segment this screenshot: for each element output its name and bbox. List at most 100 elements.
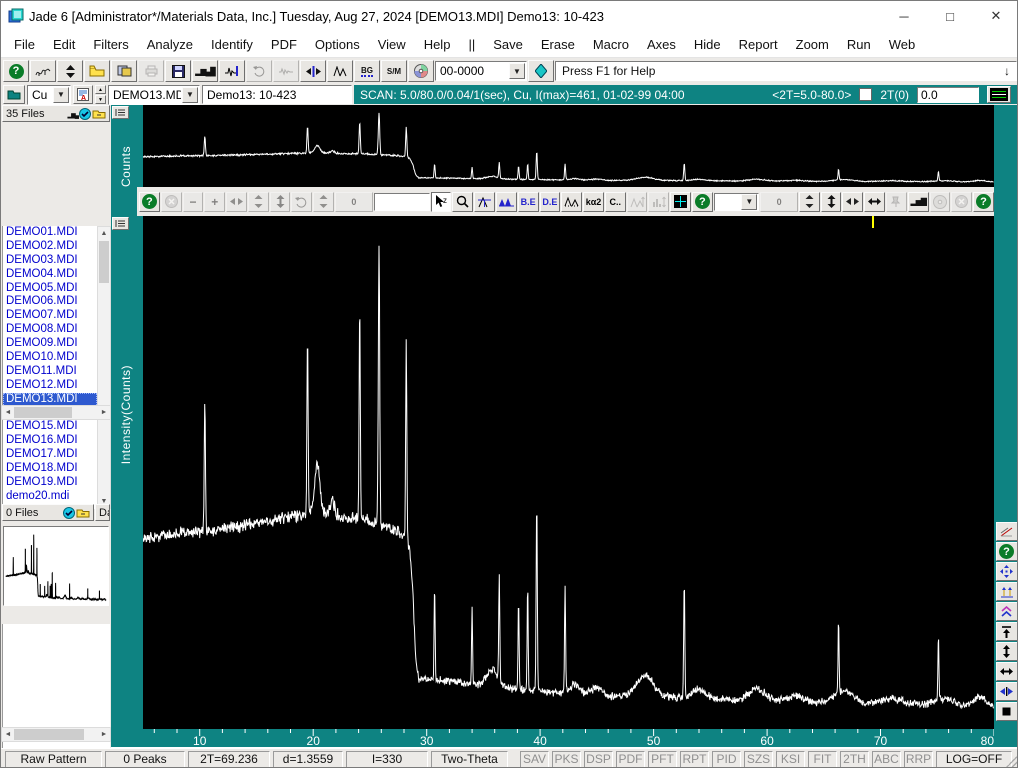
find-peaks-button[interactable] <box>327 60 353 82</box>
data-editor-button[interactable]: D.E <box>539 191 561 212</box>
chevron-down-icon[interactable]: ▼ <box>53 86 69 103</box>
open-file-button[interactable] <box>84 60 110 82</box>
scroll-up-icon[interactable]: ▲ <box>98 227 110 240</box>
mode-flag-fit[interactable]: FIT <box>808 750 837 767</box>
current-file-combo[interactable]: DEMO13.MDI ▼ <box>108 84 200 105</box>
pdf-database-button[interactable] <box>408 60 434 82</box>
file-item-demo20-mdi[interactable]: demo20.mdi <box>3 490 97 504</box>
menu-hide[interactable]: Hide <box>685 33 730 56</box>
scale-overlay-v-button[interactable] <box>820 191 842 212</box>
mode-flag-2th[interactable]: 2TH <box>840 750 869 767</box>
two-theta-zero-input[interactable] <box>917 86 979 103</box>
expand-horizontal-button[interactable] <box>995 662 1017 681</box>
folder-icon[interactable] <box>92 109 106 119</box>
offset-overlay-h-button[interactable] <box>842 191 864 212</box>
menu-web[interactable]: Web <box>880 33 925 56</box>
overview-chart[interactable] <box>143 105 994 187</box>
panel-handle-top[interactable] <box>112 106 129 119</box>
histogram-icon[interactable]: ▂▆▄ <box>68 108 80 120</box>
menu-view[interactable]: View <box>369 33 415 56</box>
scale-vertical-button[interactable] <box>269 191 291 212</box>
mode-flag-abc[interactable]: ABC <box>872 750 901 767</box>
scale-overlay-h-button[interactable] <box>864 191 885 212</box>
expand-vertical-button[interactable] <box>995 642 1017 661</box>
file-item-demo16-mdi[interactable]: DEMO16.MDI <box>3 434 97 448</box>
remove-overlay-button[interactable] <box>951 191 973 212</box>
restore-data-button[interactable] <box>246 60 272 82</box>
log-toggle[interactable]: LOG=OFF <box>936 750 1012 767</box>
file-item-demo06-mdi[interactable]: DEMO06.MDI <box>3 295 97 309</box>
peak-cursor-mode-button[interactable] <box>474 191 495 212</box>
grid-toggle-button[interactable] <box>670 191 691 212</box>
file-item-demo17-mdi[interactable]: DEMO17.MDI <box>3 448 97 462</box>
file-list-hscrollbar[interactable]: ◄ ► <box>1 405 111 420</box>
help-3-button[interactable]: ? <box>973 191 994 212</box>
menu-macro[interactable]: Macro <box>584 33 638 56</box>
scrollbar-thumb[interactable] <box>99 241 109 283</box>
file-folder-button[interactable] <box>3 85 25 104</box>
thermal-run-button[interactable] <box>30 60 56 82</box>
resize-grip[interactable] <box>1005 755 1017 767</box>
menu-filters[interactable]: Filters <box>84 33 137 56</box>
fit-background-button[interactable]: BG <box>354 60 380 82</box>
peak-editor-button[interactable] <box>561 191 583 212</box>
spinner-down-icon[interactable]: ▼ <box>95 95 106 104</box>
two-theta-zero-checkbox[interactable] <box>859 88 873 101</box>
file-item-demo08-mdi[interactable]: DEMO08.MDI <box>3 323 97 337</box>
erase-zoom-button[interactable] <box>160 191 182 212</box>
stack-overlays-button[interactable] <box>995 602 1017 621</box>
overlay-list-header[interactable]: 0 Files <box>2 504 94 521</box>
smooth-data-button[interactable] <box>219 60 245 82</box>
print-button[interactable] <box>138 60 164 82</box>
mode-flag-szs[interactable]: SZS <box>744 750 773 767</box>
sort-files-button[interactable] <box>57 60 83 82</box>
mode-flag-pks[interactable]: PKS <box>552 750 581 767</box>
scrollbar-thumb[interactable] <box>14 407 72 418</box>
profile-fit-button[interactable] <box>495 191 517 212</box>
import-data-button[interactable] <box>111 60 137 82</box>
file-item-demo11-mdi[interactable]: DEMO11.MDI <box>3 365 97 379</box>
chevron-down-icon[interactable]: ▼ <box>182 86 198 103</box>
mode-flag-pid[interactable]: PID <box>712 750 741 767</box>
check-icon[interactable] <box>79 107 91 120</box>
menu-edit[interactable]: Edit <box>44 33 84 56</box>
menu-options[interactable]: Options <box>306 33 369 56</box>
help-button[interactable]: ? <box>995 542 1017 561</box>
chevron-down-icon[interactable]: ▼ <box>509 63 525 79</box>
file-item-demo04-mdi[interactable]: DEMO04.MDI <box>3 268 97 282</box>
stretch-horizontal-button[interactable] <box>226 191 247 212</box>
spinner-up-icon[interactable]: ▲ <box>95 85 106 94</box>
file-item-demo10-mdi[interactable]: DEMO10.MDI <box>3 351 97 365</box>
overlay-tab[interactable]: Da <box>95 504 110 521</box>
menu-run[interactable]: Run <box>838 33 880 56</box>
panel-handle-main[interactable] <box>112 217 129 230</box>
offset-overlay-v-button[interactable] <box>798 191 820 212</box>
overlay-pdf-button[interactable] <box>929 191 951 212</box>
file-item-demo09-mdi[interactable]: DEMO09.MDI <box>3 337 97 351</box>
stick-scale-button[interactable] <box>648 191 670 212</box>
scroll-left-icon[interactable]: ◄ <box>2 406 14 419</box>
report-button[interactable]: A <box>73 85 93 104</box>
chevron-down-icon[interactable]: ▼ <box>741 193 758 210</box>
pin-overlay-button[interactable] <box>886 191 907 212</box>
strip-kalpha2-button[interactable]: kα2 <box>583 191 604 212</box>
scrollbar-thumb[interactable] <box>14 729 84 740</box>
file-item-demo18-mdi[interactable]: DEMO18.MDI <box>3 462 97 476</box>
file-item-demo03-mdi[interactable]: DEMO03.MDI <box>3 254 97 268</box>
help-2-button[interactable]: ? <box>692 191 713 212</box>
menu-help[interactable]: Help <box>415 33 460 56</box>
mode-flag-pft[interactable]: PFT <box>648 750 677 767</box>
full-range-button[interactable] <box>995 702 1017 721</box>
file-item-demo01-mdi[interactable]: DEMO01.MDI <box>3 226 97 240</box>
help-button[interactable]: ? <box>139 191 160 212</box>
peak-scale-button[interactable] <box>626 191 648 212</box>
menu-analyze[interactable]: Analyze <box>138 33 202 56</box>
file-item-demo02-mdi[interactable]: DEMO02.MDI <box>3 240 97 254</box>
scroll-down-icon[interactable]: ↓ <box>1004 64 1010 78</box>
line-markers-button[interactable] <box>995 522 1017 541</box>
zoom-count-button[interactable]: 0 <box>335 191 373 212</box>
menu-axes[interactable]: Axes <box>638 33 685 56</box>
mode-flag-rrp[interactable]: RRP <box>904 750 933 767</box>
mode-flag-dsp[interactable]: DSP <box>584 750 613 767</box>
display-settings-button[interactable] <box>987 86 1011 103</box>
